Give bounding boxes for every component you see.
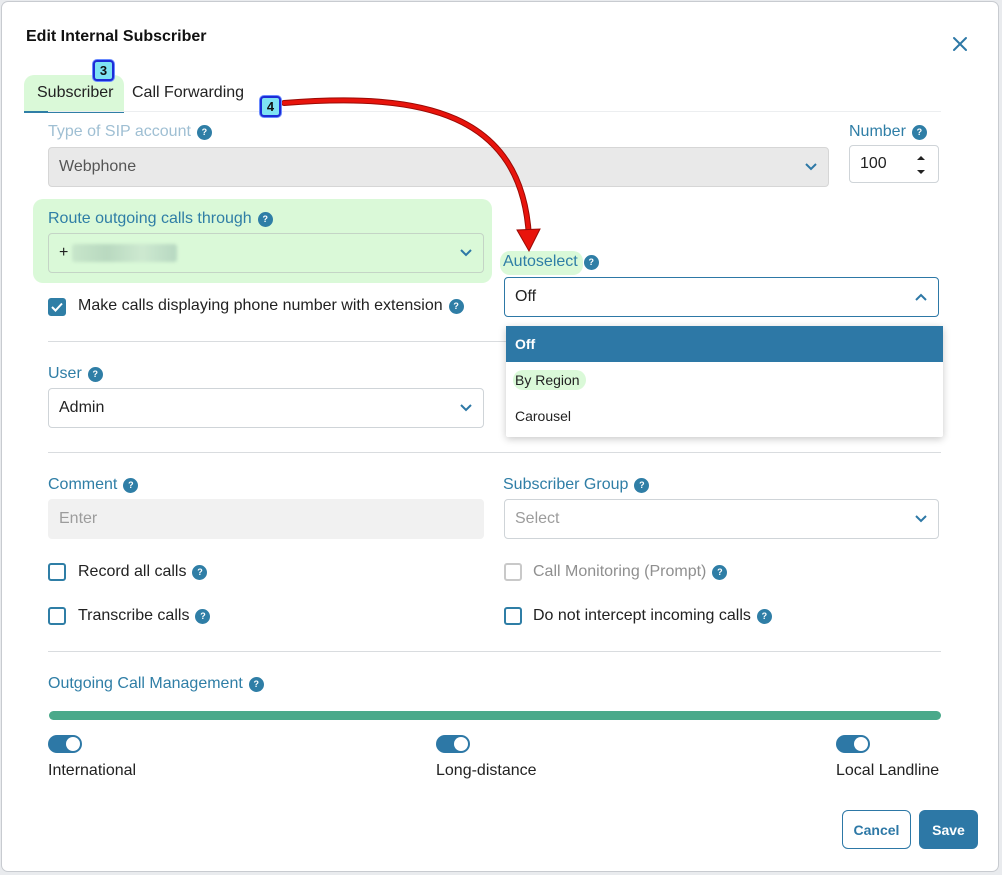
option-carousel[interactable]: Carousel: [506, 398, 943, 434]
call-monitoring-checkbox: [504, 563, 522, 581]
sip-type-value: Webphone: [59, 158, 137, 175]
number-label: Number?: [849, 123, 927, 141]
transcribe-calls-label: Transcribe calls?: [78, 607, 211, 625]
tab-call-forwarding[interactable]: Call Forwarding: [132, 84, 244, 102]
local-landline-label: Local Landline: [836, 762, 940, 779]
autoselect-dropdown: Off By Region Carousel: [506, 326, 943, 437]
toggle-knob: [854, 737, 868, 751]
transcribe-calls-checkbox[interactable]: [48, 607, 66, 625]
redacted-number: [72, 244, 178, 262]
route-value: +: [59, 244, 69, 261]
do-not-intercept-checkbox[interactable]: [504, 607, 522, 625]
comment-input[interactable]: Enter: [48, 499, 484, 539]
help-icon[interactable]: ?: [87, 366, 103, 382]
toggle-international[interactable]: [48, 735, 82, 753]
help-icon[interactable]: ?: [248, 676, 264, 692]
make-calls-label: Make calls displaying phone number with …: [78, 297, 464, 315]
checkmark-icon: [51, 302, 63, 312]
sip-type-select: Webphone: [48, 147, 829, 187]
user-select[interactable]: Admin: [48, 388, 484, 428]
chevron-down-icon: [460, 404, 472, 412]
toggle-long-distance[interactable]: [436, 735, 470, 753]
chevron-down-icon: [915, 515, 927, 523]
outgoing-label: Outgoing Call Management?: [48, 675, 264, 693]
help-icon[interactable]: ?: [195, 608, 211, 624]
divider: [48, 452, 941, 453]
help-icon[interactable]: ?: [911, 124, 927, 140]
help-icon[interactable]: ?: [634, 477, 650, 493]
call-monitoring-label: Call Monitoring (Prompt)?: [533, 563, 728, 581]
chevron-down-icon: [460, 249, 472, 257]
toggle-local-landline[interactable]: [836, 735, 870, 753]
subscriber-group-select[interactable]: Select: [504, 499, 939, 539]
close-icon[interactable]: [949, 33, 971, 55]
autoselect-label: Autoselect?: [503, 253, 599, 271]
help-icon[interactable]: ?: [448, 298, 464, 314]
number-stepper[interactable]: 100: [849, 145, 939, 183]
help-icon[interactable]: ?: [712, 564, 728, 580]
stepper-arrows-icon[interactable]: [916, 154, 926, 176]
toggle-knob: [454, 737, 468, 751]
toggle-knob: [66, 737, 80, 751]
help-icon[interactable]: ?: [123, 477, 139, 493]
user-label: User?: [48, 365, 103, 383]
comment-placeholder: Enter: [59, 510, 98, 527]
autoselect-value: Off: [515, 288, 537, 305]
divider: [48, 651, 941, 652]
annotation-badge-4: 4: [260, 96, 281, 117]
cancel-button[interactable]: Cancel: [842, 810, 911, 849]
save-button[interactable]: Save: [919, 810, 978, 849]
make-calls-checkbox[interactable]: [48, 298, 66, 316]
do-not-intercept-label: Do not intercept incoming calls?: [533, 607, 772, 625]
help-icon[interactable]: ?: [192, 564, 208, 580]
route-select[interactable]: +: [48, 233, 484, 273]
outgoing-slider-track[interactable]: [49, 711, 941, 720]
tab-divider: [48, 111, 941, 112]
autoselect-select[interactable]: Off: [504, 277, 939, 317]
chevron-down-icon: [805, 163, 817, 171]
option-off[interactable]: Off: [506, 326, 943, 362]
long-distance-label: Long-distance: [436, 762, 537, 779]
record-calls-label: Record all calls?: [78, 563, 208, 581]
user-value: Admin: [59, 399, 105, 416]
comment-label: Comment?: [48, 476, 139, 494]
edit-subscriber-dialog: Edit Internal Subscriber Subscriber Call…: [2, 2, 998, 871]
number-value: 100: [860, 155, 887, 172]
help-icon[interactable]: ?: [756, 608, 772, 624]
help-icon[interactable]: ?: [257, 211, 273, 227]
subscriber-group-placeholder: Select: [515, 510, 560, 527]
help-icon[interactable]: ?: [583, 254, 599, 270]
record-calls-checkbox[interactable]: [48, 563, 66, 581]
subscriber-group-label: Subscriber Group?: [503, 476, 650, 494]
chevron-up-icon: [915, 293, 927, 301]
international-label: International: [48, 762, 137, 779]
option-by-region[interactable]: By Region: [506, 362, 943, 398]
help-icon[interactable]: ?: [196, 124, 212, 140]
sip-type-label: Type of SIP account?: [48, 123, 212, 141]
annotation-badge-3: 3: [93, 60, 114, 81]
route-label: Route outgoing calls through?: [48, 210, 273, 228]
dialog-title: Edit Internal Subscriber: [26, 28, 207, 45]
